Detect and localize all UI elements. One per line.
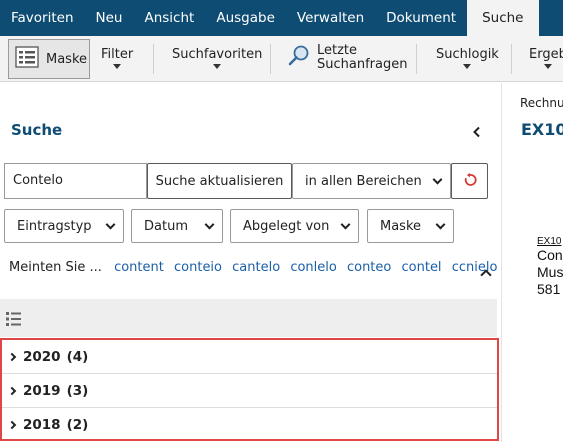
main-menu-bar: Favoriten Neu Ansicht Ausgabe Verwalten …: [0, 0, 563, 36]
chevron-right-icon: [7, 386, 17, 395]
ergebnis-label: Ergeb: [529, 47, 563, 62]
ergebnis-dropdown[interactable]: Ergeb: [529, 47, 563, 69]
maske-filter[interactable]: Maske: [367, 209, 454, 243]
document-line: Mus: [537, 264, 563, 280]
divider: [511, 44, 512, 74]
reset-search-button[interactable]: [451, 163, 488, 199]
maske-label: Maske: [46, 51, 88, 67]
divider: [416, 44, 417, 74]
scope-select[interactable]: in allen Bereichen: [292, 163, 451, 199]
suggestion-link[interactable]: conlelo: [290, 260, 337, 275]
suggestion-link[interactable]: content: [114, 260, 164, 275]
divider: [153, 44, 154, 74]
chevron-down-icon: [340, 219, 351, 230]
reset-icon: [463, 172, 477, 191]
ribbon-toolbar: Maske Filter Suchfavoriten Letzte Suchan…: [0, 36, 563, 82]
menu-ausgabe[interactable]: Ausgabe: [205, 0, 286, 36]
eintragstyp-label: Eintragstyp: [17, 218, 92, 234]
chevron-down-icon: [432, 174, 443, 185]
panel-title: Suche: [11, 121, 63, 139]
letzte-suchanfragen-button[interactable]: Letzte Suchanfragen: [287, 44, 407, 72]
menu-favoriten[interactable]: Favoriten: [0, 0, 85, 36]
suggestion-link[interactable]: contel: [402, 260, 442, 275]
document-ref: EX10: [537, 236, 562, 247]
suchlogik-dropdown[interactable]: Suchlogik: [436, 47, 499, 69]
list-view-icon[interactable]: [6, 311, 22, 330]
year-group[interactable]: 2018 (2): [2, 408, 497, 442]
eintragstyp-filter[interactable]: Eintragstyp: [4, 209, 124, 243]
menu-neu[interactable]: Neu: [85, 0, 134, 36]
maske-button[interactable]: Maske: [8, 39, 90, 79]
group-count: (4): [66, 348, 89, 365]
chevron-down-icon: [113, 64, 122, 69]
search-panel: Suche Contelo Suche aktualisieren in all…: [0, 83, 501, 442]
preview-label: Rechnu: [520, 96, 563, 110]
suchlogik-label: Suchlogik: [436, 47, 499, 62]
search-input[interactable]: Contelo: [4, 163, 147, 199]
maske-filter-label: Maske: [380, 218, 422, 234]
letzte-label: Letzte: [317, 43, 358, 58]
chevron-down-icon: [204, 219, 215, 230]
preview-panel: Rechnu EX10 EX10 Con Mus 581: [501, 83, 563, 442]
datum-label: Datum: [144, 218, 188, 234]
abgelegt-von-filter[interactable]: Abgelegt von: [230, 209, 359, 243]
abgelegt-von-label: Abgelegt von: [243, 218, 330, 234]
menu-suche[interactable]: Suche: [467, 0, 539, 36]
results-toolbar: [0, 299, 497, 337]
result-groups: 2020 (4) 2019 (3) 2018 (2): [0, 338, 499, 441]
chevron-down-icon: [435, 219, 446, 230]
chevron-down-icon: [105, 219, 116, 230]
group-year: 2020: [23, 348, 61, 365]
chevron-right-icon: [7, 420, 17, 430]
suggestion-link[interactable]: conteo: [347, 260, 391, 275]
form-icon: [15, 46, 39, 72]
divider: [270, 44, 271, 74]
group-count: (2): [66, 417, 89, 433]
suchanfragen-label: Suchanfragen: [317, 57, 408, 72]
suggestion-link[interactable]: conteio: [174, 260, 222, 275]
filter-dropdown[interactable]: Filter: [101, 47, 133, 69]
search-history-icon: [287, 44, 311, 72]
menu-verwalten[interactable]: Verwalten: [286, 0, 375, 36]
preview-title: EX10: [521, 120, 563, 139]
document-preview: EX10 Con Mus 581: [537, 236, 563, 298]
chevron-right-icon: [7, 352, 17, 361]
document-line: 581: [537, 281, 561, 297]
group-year: 2019: [23, 382, 61, 399]
suggestion-link[interactable]: ccnielo: [452, 260, 498, 275]
chevron-down-icon: [213, 64, 222, 69]
year-group[interactable]: 2020 (4): [2, 340, 497, 374]
update-search-button[interactable]: Suche aktualisieren: [147, 163, 292, 199]
group-count: (3): [66, 382, 89, 399]
suchfavoriten-dropdown[interactable]: Suchfavoriten: [172, 47, 262, 69]
suchfavoriten-label: Suchfavoriten: [172, 47, 263, 62]
suggestion-link[interactable]: cantelo: [232, 260, 280, 275]
chevron-down-icon: [463, 64, 472, 69]
document-line: Con: [537, 247, 563, 263]
did-you-mean-label: Meinten Sie ...: [9, 260, 102, 275]
filter-label: Filter: [101, 47, 134, 62]
group-year: 2018: [23, 417, 61, 433]
collapse-panel-icon[interactable]: [472, 124, 482, 142]
chevron-down-icon: [543, 64, 552, 69]
menu-dokument[interactable]: Dokument: [375, 0, 467, 36]
menu-ansicht[interactable]: Ansicht: [133, 0, 205, 36]
year-group[interactable]: 2019 (3): [2, 374, 497, 408]
datum-filter[interactable]: Datum: [131, 209, 223, 243]
did-you-mean: Meinten Sie ... content conteio cantelo …: [9, 260, 503, 275]
scope-value: in allen Bereichen: [305, 173, 422, 189]
